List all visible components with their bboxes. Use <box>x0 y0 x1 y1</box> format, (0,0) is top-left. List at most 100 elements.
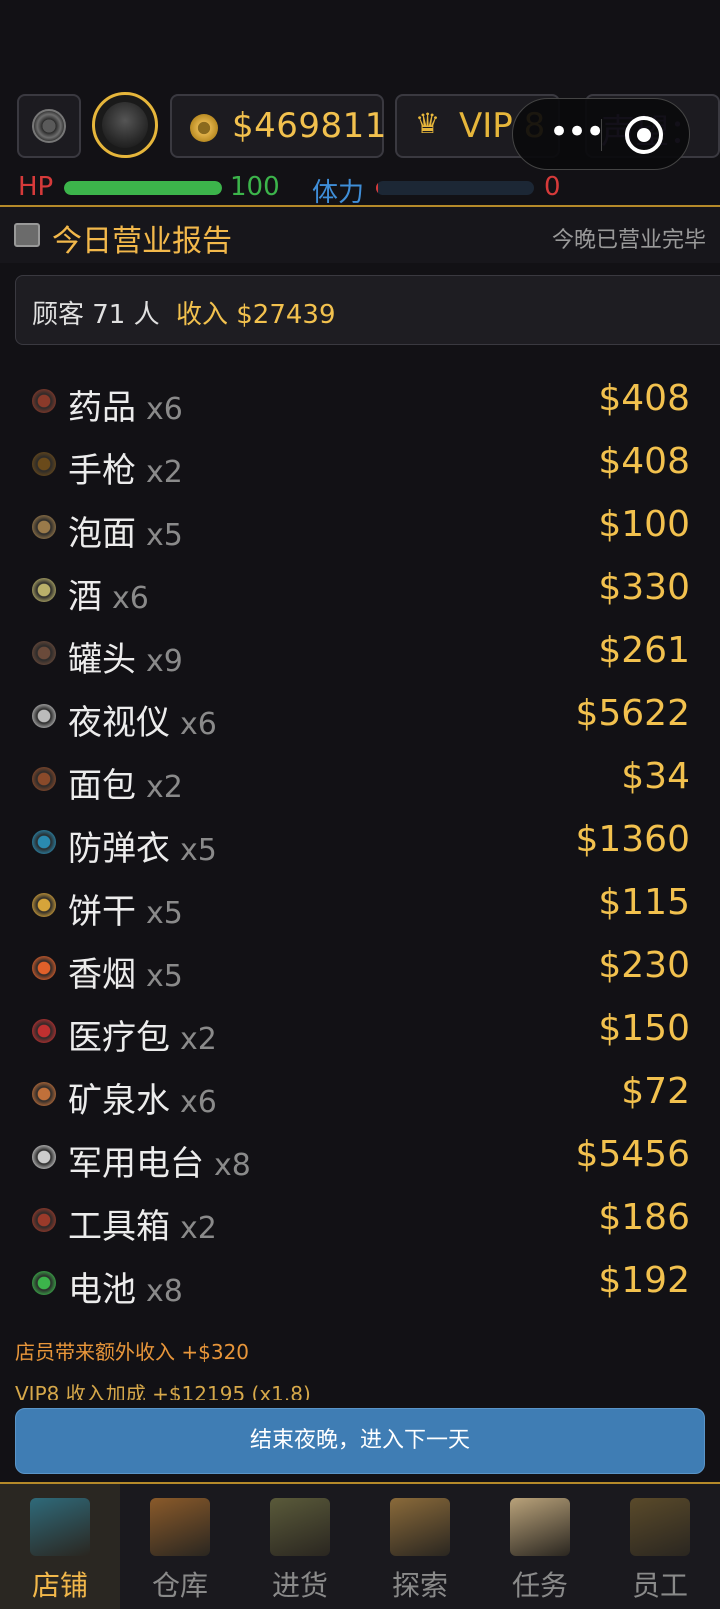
shop-icon <box>30 1498 90 1556</box>
list-item: 工具箱 x2 $186 <box>0 1189 720 1251</box>
report-header: 今日营业报告 今晚已营业完毕 <box>0 207 720 263</box>
tab-staff[interactable]: 员工 <box>600 1484 720 1609</box>
crown-icon: ♛ <box>415 107 441 140</box>
list-item: 饼干 x5 $115 <box>0 874 720 936</box>
item-name: 泡面 x5 <box>68 514 183 554</box>
bottom-nav: 店铺 仓库 进货 探索 任务 员工 <box>0 1482 720 1609</box>
item-price: $5622 <box>575 693 690 734</box>
item-price: $230 <box>598 945 690 986</box>
item-price: $5456 <box>575 1134 690 1175</box>
avatar-image <box>102 102 148 148</box>
cigarette-icon <box>32 956 56 980</box>
bread-icon <box>32 767 56 791</box>
tab-restock-truck[interactable]: 进货 <box>240 1484 360 1609</box>
coin-icon <box>190 114 218 142</box>
list-item: 罐头 x9 $261 <box>0 622 720 684</box>
tab-label: 任务 <box>511 1569 568 1602</box>
item-quantity: x6 <box>112 581 149 616</box>
noodles-icon <box>32 515 56 539</box>
list-item: 防弹衣 x5 $1360 <box>0 811 720 873</box>
item-name: 电池 x8 <box>68 1270 183 1310</box>
vip-bonus-note: VIP8 收入加成 +$12195 (x1.8) <box>15 1382 311 1400</box>
tab-label: 员工 <box>631 1569 688 1602</box>
end-night-button[interactable]: 结束夜晚，进入下一天 <box>15 1408 705 1474</box>
list-item: 矿泉水 x6 $72 <box>0 1063 720 1125</box>
item-name: 防弹衣 x5 <box>68 829 217 869</box>
item-quantity: x6 <box>180 1085 217 1120</box>
item-name: 药品 x6 <box>68 388 183 428</box>
item-name: 面包 x2 <box>68 766 183 806</box>
stamina-label: 体力 <box>312 178 365 208</box>
money-display: $469811 <box>170 94 387 158</box>
warehouse-icon <box>150 1498 210 1556</box>
list-item: 手枪 x2 $408 <box>0 433 720 495</box>
tab-explore-map[interactable]: 探索 <box>360 1484 480 1609</box>
list-item: 泡面 x5 $100 <box>0 496 720 558</box>
miniprogram-capsule: ••• <box>512 98 690 170</box>
avatar[interactable] <box>92 92 158 158</box>
money-value: $469811 <box>232 106 387 146</box>
item-price: $192 <box>598 1260 690 1301</box>
item-name: 手枪 x2 <box>68 451 183 491</box>
status-bar-area <box>0 0 720 80</box>
tab-shop[interactable]: 店铺 <box>0 1484 120 1609</box>
summary-card: 顾客 71 人 收入 $27439 <box>15 275 720 345</box>
item-quantity: x2 <box>180 1211 217 1246</box>
body-armor-icon <box>32 830 56 854</box>
item-price: $408 <box>598 441 690 482</box>
item-quantity: x2 <box>146 770 183 805</box>
list-item: 香烟 x5 $230 <box>0 937 720 999</box>
hp-bar <box>64 181 222 195</box>
tab-label: 仓库 <box>151 1569 208 1602</box>
list-item: 酒 x6 $330 <box>0 559 720 621</box>
more-icon[interactable]: ••• <box>549 115 605 149</box>
player-stats: HP 100 体力 0 <box>0 172 720 208</box>
item-quantity: x2 <box>146 455 183 490</box>
stamina-value: 0 <box>544 172 561 202</box>
settings-button[interactable] <box>17 94 81 158</box>
item-price: $261 <box>598 630 690 671</box>
list-item: 医疗包 x2 $150 <box>0 1000 720 1062</box>
report-title: 今日营业报告 <box>52 224 232 259</box>
capsule-divider <box>601 119 602 151</box>
item-name: 工具箱 x2 <box>68 1207 217 1247</box>
tab-warehouse[interactable]: 仓库 <box>120 1484 240 1609</box>
item-price: $186 <box>598 1197 690 1238</box>
hp-bar-fill <box>64 181 222 195</box>
item-name: 夜视仪 x6 <box>68 703 217 743</box>
item-name: 医疗包 x2 <box>68 1018 217 1058</box>
radio-icon <box>32 1145 56 1169</box>
medkit-icon <box>32 1019 56 1043</box>
item-quantity: x5 <box>146 896 183 931</box>
item-quantity: x9 <box>146 644 183 679</box>
item-quantity: x8 <box>146 1274 183 1309</box>
item-price: $34 <box>621 756 690 797</box>
income-total: 收入 $27439 <box>176 300 336 330</box>
explore-map-icon <box>390 1498 450 1556</box>
gear-icon <box>32 109 66 143</box>
item-quantity: x6 <box>180 707 217 742</box>
liquor-icon <box>32 578 56 602</box>
tab-tasks-clipboard[interactable]: 任务 <box>480 1484 600 1609</box>
customer-count: 顾客 71 人 <box>32 300 160 330</box>
staff-icon <box>630 1498 690 1556</box>
list-item: 面包 x2 $34 <box>0 748 720 810</box>
item-name: 罐头 x9 <box>68 640 183 680</box>
item-price: $1360 <box>575 819 690 860</box>
item-name: 酒 x6 <box>68 577 149 617</box>
item-name: 军用电台 x8 <box>68 1144 251 1184</box>
list-item: 夜视仪 x6 $5622 <box>0 685 720 747</box>
tasks-clipboard-icon <box>510 1498 570 1556</box>
item-quantity: x5 <box>146 959 183 994</box>
staff-bonus-note: 店员带来额外收入 +$320 <box>15 1340 250 1364</box>
report-status: 今晚已营业完毕 <box>551 228 706 253</box>
item-price: $330 <box>598 567 690 608</box>
item-quantity: x8 <box>214 1148 251 1183</box>
hp-label: HP <box>18 172 54 202</box>
hp-value: 100 <box>230 172 280 202</box>
canned-food-icon <box>32 641 56 665</box>
stamina-bar <box>376 181 534 195</box>
water-icon <box>32 1082 56 1106</box>
tab-label: 进货 <box>271 1569 328 1602</box>
item-price: $100 <box>598 504 690 545</box>
